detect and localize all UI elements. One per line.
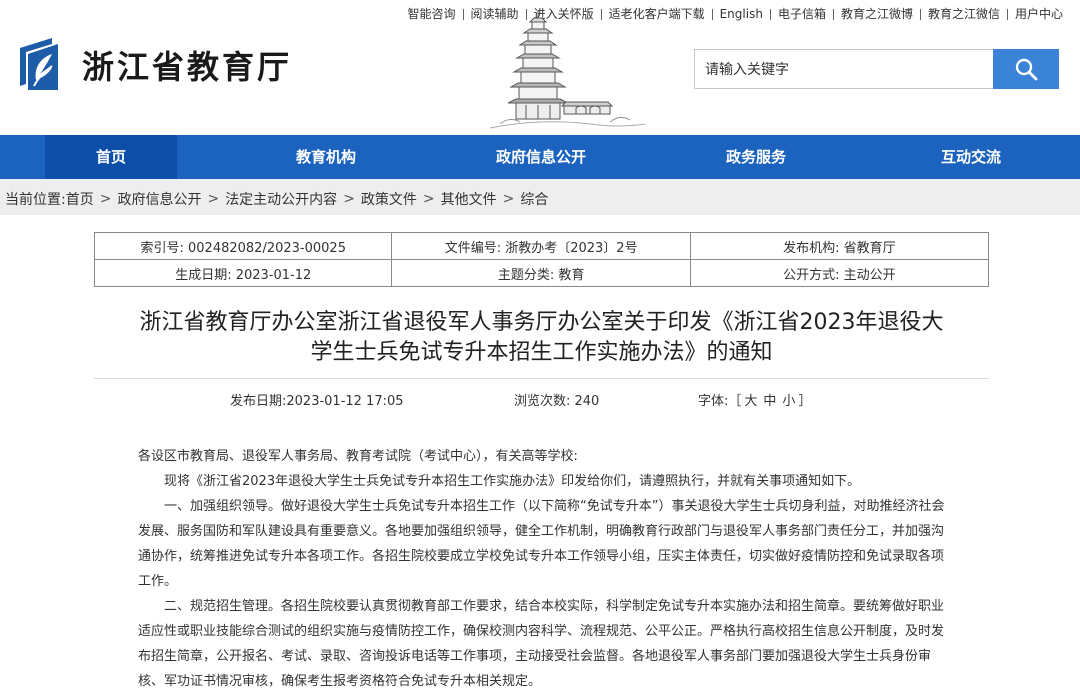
site-title: 浙江省教育厅 [82,48,293,86]
search-icon [1015,58,1038,81]
toplink-weibo[interactable]: 教育之江微博 [834,6,920,22]
breadcrumb-home[interactable]: 首页 [66,189,94,209]
toplink-wechat[interactable]: 教育之江微信 [921,6,1007,22]
breadcrumb: 当前位置: 首页 > 政府信息公开 > 法定主动公开内容 > 政策文件 > 其他… [5,189,548,209]
search-button[interactable] [993,49,1059,89]
article-body: 各设区市教育局、退役军人事务局、教育考试院（考试中心），有关高等学校: 现将《浙… [138,444,946,694]
font-size-control: 字体:［ 大中小 ］ [698,390,811,409]
pagoda-illustration [489,10,646,129]
breadcrumb-policy-docs[interactable]: 政策文件 [361,189,417,209]
nav-institutions[interactable]: 教育机构 [260,135,392,179]
toplink-english[interactable]: English [713,6,770,22]
meta-doc-no: 文件编号: 浙教办考〔2023〕2号 [391,232,691,260]
search-input[interactable] [694,49,994,89]
meta-index-no: 索引号: 002482082/2023-00025 [93,232,393,260]
chevron-right-icon: > [99,191,112,207]
divider [94,378,989,379]
main-nav: 首页 教育机构 政府信息公开 政务服务 互动交流 [0,135,1080,179]
meta-created-date: 生成日期: 2023-01-12 [93,259,393,287]
breadcrumb-general[interactable]: 综合 [520,189,548,209]
chevron-right-icon: > [502,191,515,207]
view-count: 浏览次数: 240 [514,394,600,409]
nav-gov-services[interactable]: 政务服务 [690,135,822,179]
article-title: 浙江省教育厅办公室浙江省退役军人事务厅办公室关于印发《浙江省2023年退役大 学… [94,308,989,368]
breadcrumb-label: 当前位置: [5,192,66,208]
font-large-button[interactable]: 大 [741,394,760,409]
article-title-line2: 学生士兵免试专升本招生工作实施办法》的通知 [310,340,773,365]
nav-home[interactable]: 首页 [45,135,177,179]
chevron-right-icon: > [207,191,220,207]
chevron-right-icon: > [422,191,435,207]
article-title-line1: 浙江省教育厅办公室浙江省退役军人事务厅办公室关于印发《浙江省2023年退役大 [139,310,944,335]
nav-info-disclosure[interactable]: 政府信息公开 [475,135,607,179]
toplink-user-center[interactable]: 用户中心 [1008,6,1070,22]
article-salutation: 各设区市教育局、退役军人事务局、教育考试院（考试中心），有关高等学校: [138,449,578,464]
font-size-label: 字体:［ [698,394,742,409]
site-logo[interactable] [14,34,68,94]
nav-interaction[interactable]: 互动交流 [905,135,1037,179]
meta-disclosure: 公开方式: 主动公开 [689,259,990,287]
publish-date: 发布日期:2023-01-12 17:05 [230,394,404,409]
breadcrumb-statutory[interactable]: 法定主动公开内容 [225,189,337,209]
toplink-smart-consult[interactable]: 智能咨询 [401,6,463,22]
meta-topic: 主题分类: 教育 [391,259,691,287]
font-medium-button[interactable]: 中 [760,394,779,409]
meta-issuer: 发布机构: 省教育厅 [689,232,990,260]
breadcrumb-other-docs[interactable]: 其他文件 [441,189,497,209]
toplink-email[interactable]: 电子信箱 [771,6,833,22]
chevron-right-icon: > [343,191,355,207]
font-size-bracket: ］ [798,394,812,409]
breadcrumb-info-disclosure[interactable]: 政府信息公开 [117,189,201,209]
font-small-button[interactable]: 小 [779,394,798,409]
document-meta-table: 索引号: 002482082/2023-00025 文件编号: 浙教办考〔202… [93,232,990,287]
article-paragraph: 现将《浙江省2023年退役大学生士兵免试专升本招生工作实施办法》印发给你们，请遵… [164,474,861,489]
article-paragraph: 二、规范招生管理。各招生院校要认真贯彻教育部工作要求，结合本校实际，科学制定免试… [138,599,945,689]
article-paragraph: 一、加强组织领导。做好退役大学生士兵免试专升本招生工作（以下简称“免试专升本”）… [138,499,945,589]
